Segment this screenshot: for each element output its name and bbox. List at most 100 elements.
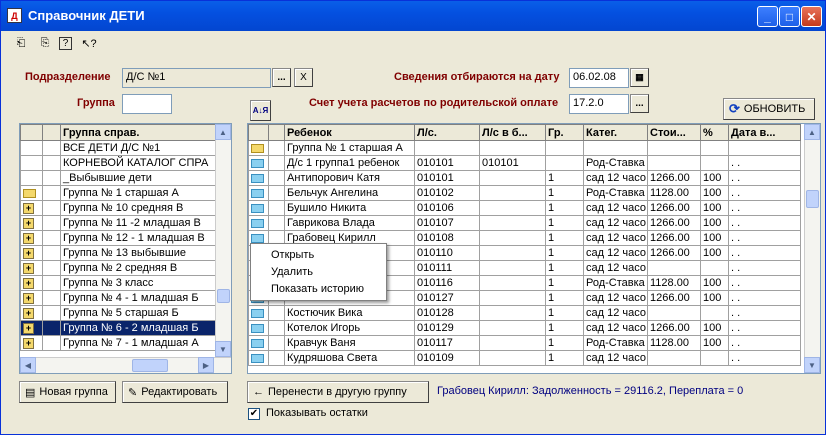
expand-icon[interactable]: + — [23, 218, 34, 229]
context-delete[interactable]: Удалить — [251, 264, 386, 281]
group-row-cell — [42, 290, 61, 306]
group-row[interactable]: + Группа № 12 - 1 младшая В — [20, 230, 216, 246]
expand-icon[interactable]: + — [23, 278, 34, 289]
group-row-label: Группа № 4 - 1 младшая Б — [60, 290, 216, 306]
child-row-icon-cell — [248, 350, 269, 366]
group-row[interactable]: + Группа № 10 средняя В — [20, 200, 216, 216]
group-row[interactable]: + Группа № 5 старшая Б — [20, 305, 216, 321]
group-row-label: КОРНЕВОЙ КАТАЛОГ СПРА — [60, 155, 216, 171]
children-col-header[interactable]: Катег. — [583, 124, 648, 141]
date-field[interactable]: 06.02.08 — [569, 68, 629, 88]
child-cell: 1266.00 — [647, 230, 701, 246]
show-balances-checkbox[interactable]: ✔ — [248, 408, 260, 420]
group-row[interactable]: + Группа № 7 - 1 младшая А — [20, 335, 216, 351]
account-browse-button[interactable]: ... — [630, 94, 649, 113]
group-row[interactable]: + Группа № 11 -2 младшая В — [20, 215, 216, 231]
minimize-button[interactable]: _ — [757, 6, 778, 27]
children-col-header[interactable]: Стои... — [647, 124, 701, 141]
refresh-button[interactable]: ⟳ ОБНОВИТЬ — [723, 98, 815, 120]
children-col-header[interactable]: Ребенок — [284, 124, 415, 141]
children-col-header[interactable]: Л/с. — [414, 124, 480, 141]
group-row[interactable]: + Группа № 6 - 2 младшая Б — [20, 320, 216, 336]
child-cell: сад 12 часо — [583, 215, 648, 231]
child-cell — [479, 245, 546, 261]
children-col-header[interactable]: % — [700, 124, 729, 141]
groups-vscroll[interactable]: ▲ ▼ — [215, 124, 231, 357]
children-col-header[interactable]: Л/с в б... — [479, 124, 546, 141]
context-open[interactable]: Открыть — [251, 247, 386, 264]
child-cell: 010107 — [414, 215, 480, 231]
help-icon[interactable]: ? — [59, 37, 72, 50]
new-group-button[interactable]: ▤ Новая группа — [19, 381, 116, 403]
scroll-down-icon[interactable]: ▼ — [804, 357, 820, 373]
child-row[interactable]: Гаврикова Влада 010107 1 сад 12 часо 1266.00… — [248, 215, 801, 231]
group-row-label: Группа № 6 - 2 младшая Б — [60, 320, 216, 336]
group-row[interactable]: + Группа № 3 класс — [20, 275, 216, 291]
scroll-thumb[interactable] — [217, 289, 230, 303]
group-row-marker — [20, 140, 43, 156]
edit-button[interactable]: ✎ Редактировать — [122, 381, 228, 403]
group-row[interactable]: _Выбывшие дети — [20, 170, 216, 186]
scroll-up-icon[interactable]: ▲ — [215, 124, 231, 140]
child-cell: Антипорович Катя — [284, 170, 415, 186]
child-cell: 010101 — [479, 155, 546, 171]
child-cell: Котелок Игорь — [284, 320, 415, 336]
import-icon[interactable]: ⎘ — [37, 35, 53, 51]
group-row[interactable]: ВСЕ ДЕТИ Д/С №1 — [20, 140, 216, 156]
scroll-thumb[interactable] — [806, 190, 819, 208]
scroll-up-icon[interactable]: ▲ — [804, 124, 820, 140]
expand-icon[interactable]: + — [23, 323, 34, 334]
child-row[interactable]: Костючик Вика 010128 1 сад 12 часо . . — [248, 305, 801, 321]
child-row[interactable]: Котелок Игорь 010129 1 сад 12 часо 1266.00 10… — [248, 320, 801, 336]
sort-icon[interactable]: A↓Я — [250, 100, 271, 121]
expand-icon[interactable]: + — [23, 233, 34, 244]
child-row[interactable]: Кудряшова Света 010109 1 сад 12 часо . . — [248, 350, 801, 366]
group-row-cell — [42, 155, 61, 171]
children-col-header[interactable]: Дата в... — [728, 124, 801, 141]
subdivision-browse-button[interactable]: ... — [272, 68, 291, 87]
expand-icon[interactable]: + — [23, 203, 34, 214]
expand-icon[interactable]: + — [23, 293, 34, 304]
child-row-cell — [268, 140, 285, 156]
scroll-down-icon[interactable]: ▼ — [215, 341, 231, 357]
group-row[interactable]: + Группа № 13 выбывшие — [20, 245, 216, 261]
expand-icon[interactable]: + — [23, 248, 34, 259]
title-bar[interactable]: Д Справочник ДЕТИ _ □ ✕ — [1, 1, 825, 31]
calendar-icon[interactable]: ▦ — [630, 68, 649, 87]
groups-grid[interactable]: Группа справ. ВСЕ ДЕТИ Д/С №1 КОРНЕВОЙ КА… — [19, 123, 232, 374]
child-row[interactable]: Бушило Никита 010106 1 сад 12 часо 1266.00 10… — [248, 200, 801, 216]
group-row-marker — [20, 155, 43, 171]
child-row[interactable]: Д/с 1 группа1 ребенок 010101 010101 Род-Ста… — [248, 155, 801, 171]
child-row[interactable]: Кравчук Ваня 010117 1 Род-Ставка 1128.00 100.… — [248, 335, 801, 351]
child-cell: 010101 — [414, 170, 480, 186]
expand-icon[interactable]: + — [23, 338, 34, 349]
children-col-header[interactable]: Гр. — [545, 124, 584, 141]
scroll-right-icon[interactable]: ▶ — [198, 357, 214, 373]
group-row[interactable]: + Группа № 2 средняя В — [20, 260, 216, 276]
child-row[interactable]: Группа № 1 старшая А — [248, 140, 801, 156]
subdivision-field[interactable]: Д/С №1 — [122, 68, 271, 88]
child-row[interactable]: Бельчук Ангелина 010102 1 Род-Ставка 1128.00… — [248, 185, 801, 201]
scroll-left-icon[interactable]: ◀ — [20, 357, 36, 373]
hscroll-thumb[interactable] — [132, 359, 168, 372]
group-row[interactable]: Группа № 1 старшая А — [20, 185, 216, 201]
account-field[interactable]: 17.2.0 — [569, 94, 629, 114]
group-row[interactable]: + Группа № 4 - 1 младшая Б — [20, 290, 216, 306]
export-icon[interactable]: ⎗ — [13, 35, 29, 51]
child-cell: 1266.00 — [647, 245, 701, 261]
child-row[interactable]: Антипорович Катя 010101 1 сад 12 часо 1266.0… — [248, 170, 801, 186]
move-group-button[interactable]: ← Перенести в другую группу — [247, 381, 429, 403]
children-vscroll[interactable]: ▲ ▼ — [804, 124, 820, 373]
context-history[interactable]: Показать историю — [251, 281, 386, 298]
subdivision-clear-button[interactable]: X — [294, 68, 313, 87]
groups-col-header[interactable]: Группа справ. — [60, 124, 216, 141]
maximize-button[interactable]: □ — [779, 6, 800, 27]
expand-icon[interactable]: + — [23, 308, 34, 319]
group-row[interactable]: КОРНЕВОЙ КАТАЛОГ СПРА — [20, 155, 216, 171]
close-button[interactable]: ✕ — [801, 6, 822, 27]
refresh-label: ОБНОВИТЬ — [743, 103, 806, 115]
groups-hscroll[interactable]: ◀ ▶ — [20, 357, 231, 373]
expand-icon[interactable]: + — [23, 263, 34, 274]
group-field[interactable] — [122, 94, 172, 114]
whats-this-icon[interactable]: ↖? — [81, 35, 97, 51]
